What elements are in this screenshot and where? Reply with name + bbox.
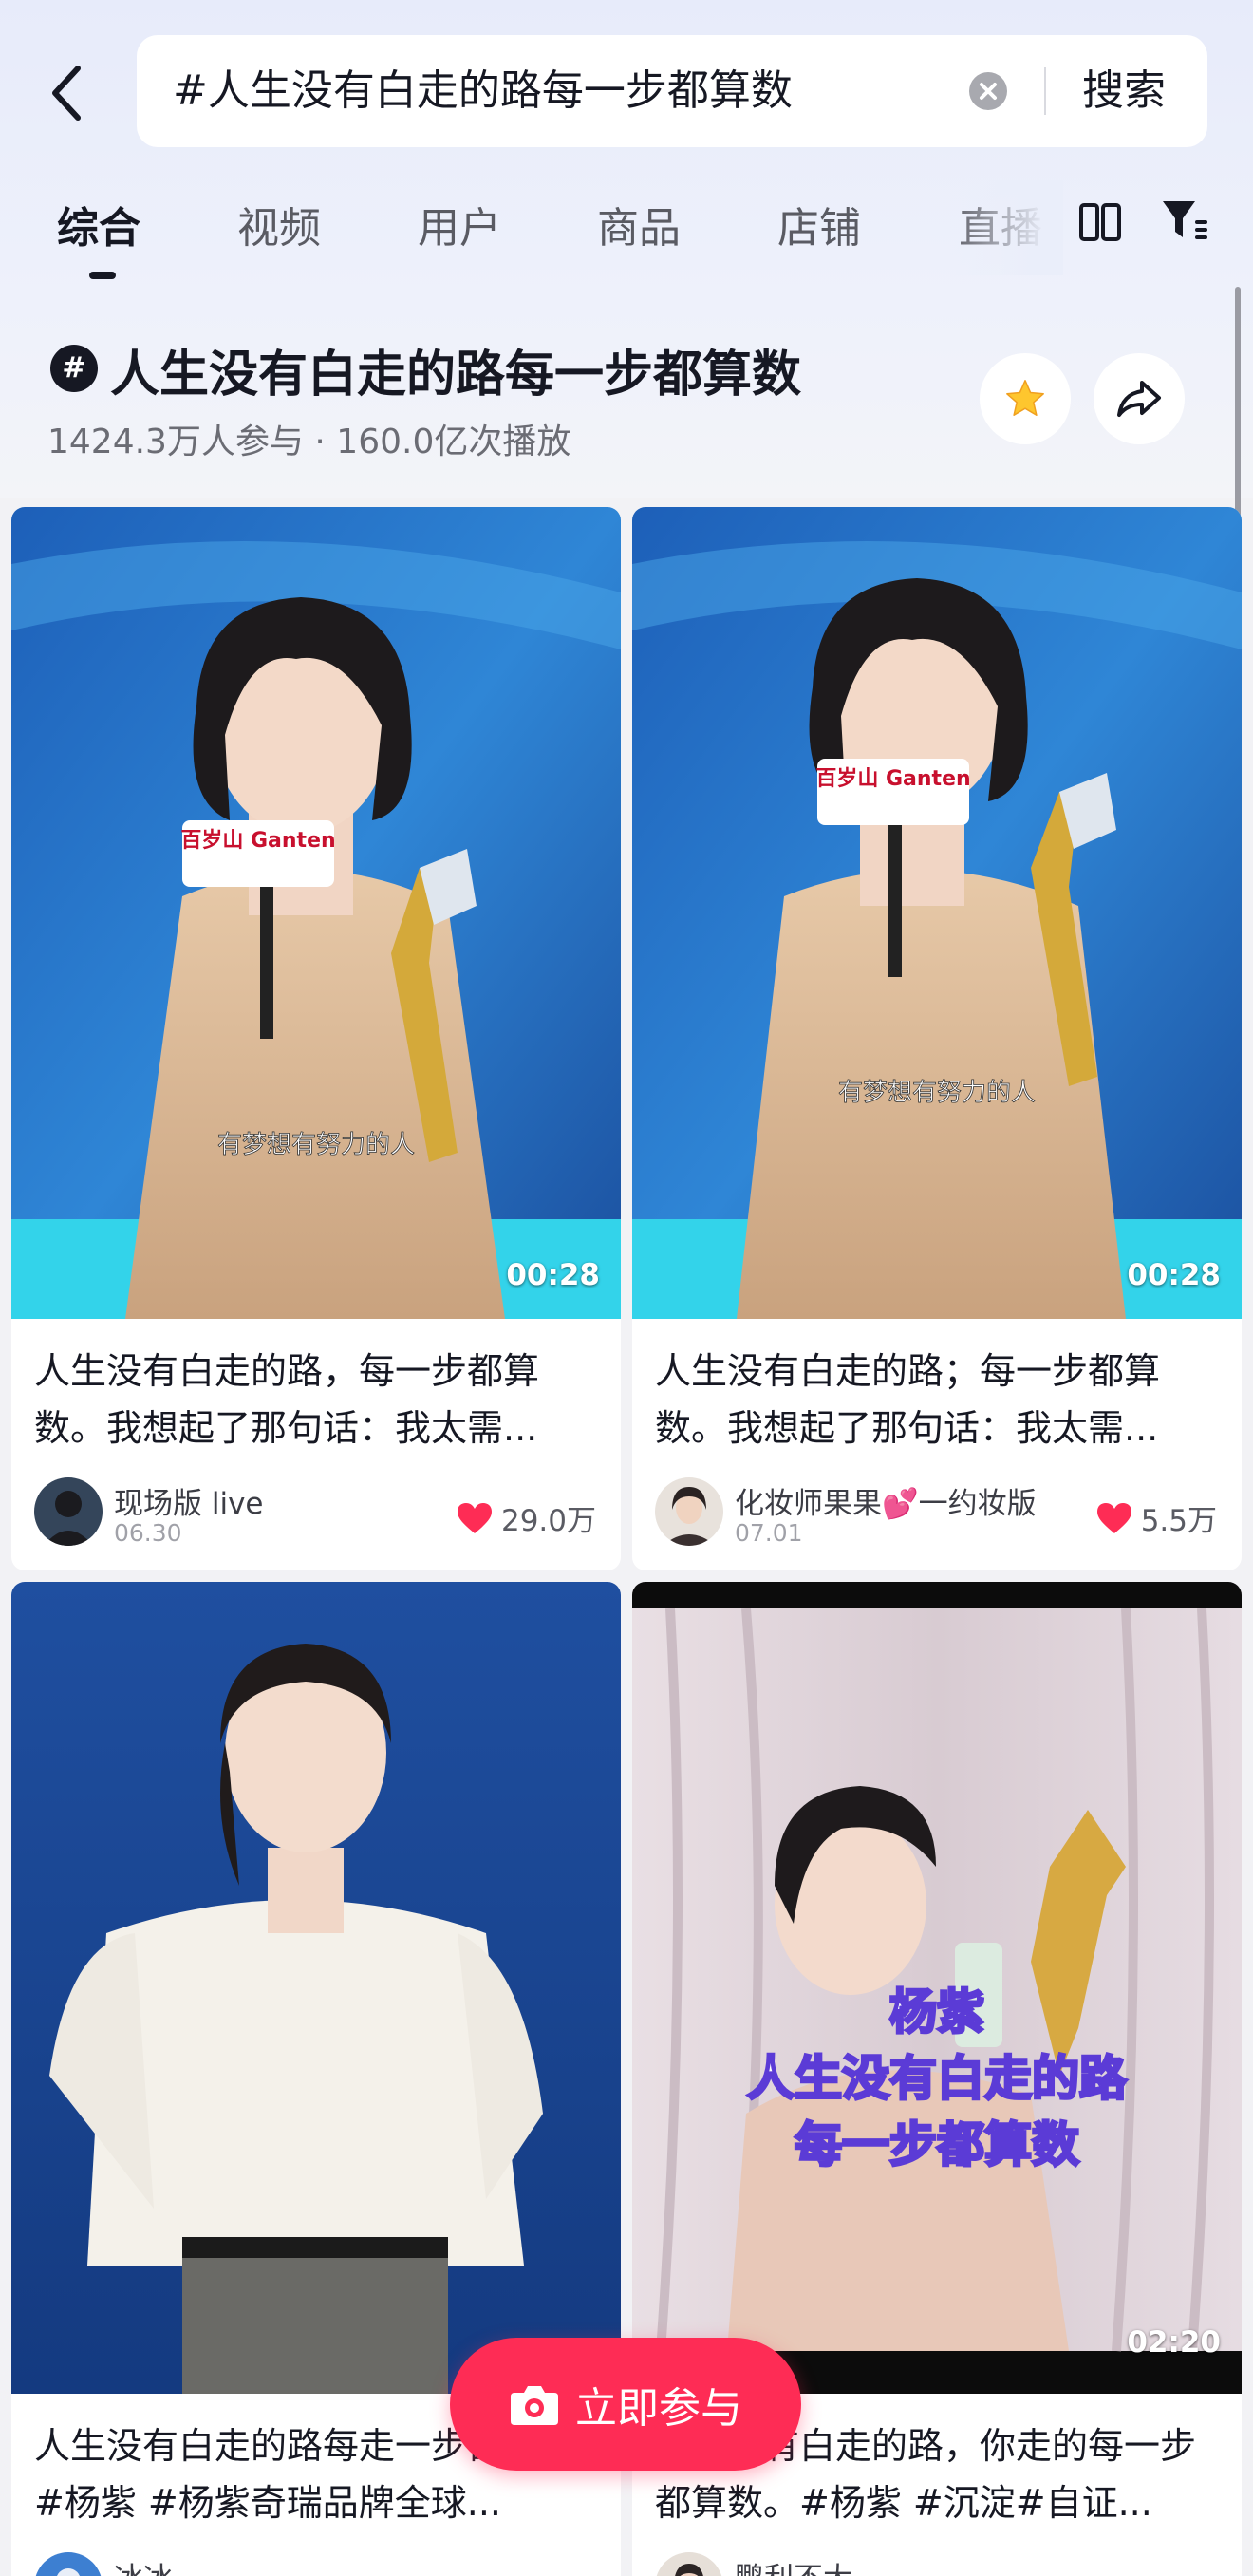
video-thumbnail[interactable]: 百岁山 Ganten 有梦想有努力的人 00:28	[11, 507, 621, 1319]
join-button[interactable]: 立即参与	[450, 2338, 801, 2471]
author-name[interactable]: 现场版 live	[114, 1479, 264, 1522]
avatar[interactable]	[655, 2552, 723, 2576]
author-name[interactable]: 冰冰	[114, 2554, 173, 2576]
video-card[interactable]: 百岁山 Ganten 有梦想有努力的人 00:28 人生没有白走的路，每一步都算…	[11, 507, 621, 1570]
video-duration: 02:20	[1127, 2325, 1221, 2360]
video-thumbnail[interactable]: 杨紫 人生没有白走的路 每一步都算数 02:20	[632, 1582, 1242, 2394]
video-thumbnail[interactable]: 百岁山 Ganten 有梦想有努力的人 00:28	[632, 507, 1242, 1319]
favorite-button[interactable]	[980, 353, 1071, 444]
video-subtitle: 有梦想有努力的人	[838, 1079, 1036, 1107]
author-name[interactable]: 化妆师果果💕一约妆版	[735, 1479, 1037, 1522]
thumbnail-image: 百岁山 Ganten 有梦想有努力的人	[632, 507, 1242, 1319]
camera-icon	[511, 2386, 558, 2425]
video-subtitle: 有梦想有努力的人	[217, 1131, 415, 1159]
star-icon	[1006, 380, 1044, 417]
search-bar[interactable]: #人生没有白走的路每一步都算数 搜索	[137, 35, 1207, 147]
active-tab-indicator	[89, 272, 116, 279]
overlay-line-2: 人生没有白走的路	[747, 2051, 1128, 2106]
avatar[interactable]	[34, 1477, 103, 1546]
topic-title: 人生没有白走的路每一步都算数	[110, 347, 802, 404]
filter-icon[interactable]	[1160, 197, 1209, 245]
heart-icon	[457, 1502, 492, 1533]
hashtag-icon: #	[50, 345, 98, 392]
thumbnail-image: 杨紫 人生没有白走的路 每一步都算数	[632, 1582, 1242, 2394]
overlay-line-1: 杨紫	[889, 1984, 984, 2040]
video-thumbnail[interactable]	[11, 1582, 621, 2394]
tab-products[interactable]: 商品	[597, 194, 681, 254]
video-title[interactable]: 人生没有白走的路，每一步都算数。我想起了那句话：我太需...	[34, 1343, 604, 1457]
avatar[interactable]	[34, 2552, 103, 2576]
share-icon	[1117, 381, 1161, 417]
like-count-text: 29.0万	[500, 1504, 596, 1538]
layout-toggle-icon[interactable]	[1077, 199, 1123, 245]
like-count[interactable]: 5.5万	[1095, 1496, 1217, 1539]
back-button[interactable]	[38, 55, 95, 131]
chevron-left-icon	[52, 66, 81, 121]
video-title[interactable]: 人生没有白走的路；每一步都算数。我想起了那句话：我太需...	[655, 1343, 1225, 1457]
search-button[interactable]: 搜索	[1082, 35, 1166, 147]
search-divider	[1044, 67, 1046, 115]
topic-stats: 1424.3万人参与 · 160.0亿次播放	[47, 423, 571, 461]
post-date: 06.30	[114, 1519, 182, 1547]
like-count[interactable]: 29.0万	[456, 1496, 596, 1539]
thumbnail-image: 百岁山 Ganten 有梦想有努力的人	[11, 507, 621, 1319]
tab-shops[interactable]: 店铺	[777, 194, 861, 254]
mic-brand-logo: 百岁山 Ganten	[180, 828, 335, 853]
avatar[interactable]	[655, 1477, 723, 1546]
heart-icon	[1096, 1502, 1131, 1533]
tab-comprehensive[interactable]: 综合	[57, 194, 140, 254]
like-count-text: 5.5万	[1140, 1504, 1217, 1538]
mic-brand-logo: 百岁山 Ganten	[815, 766, 970, 791]
thumbnail-image	[11, 1582, 621, 2394]
tab-users[interactable]: 用户	[418, 194, 501, 254]
clear-icon[interactable]	[968, 71, 1008, 111]
video-card[interactable]: 百岁山 Ganten 有梦想有努力的人 00:28 人生没有白走的路；每一步都算…	[632, 507, 1242, 1570]
search-input[interactable]: #人生没有白走的路每一步都算数	[173, 35, 793, 147]
tab-bar: 综合 视频 用户 商品 店铺 直播	[0, 180, 1253, 279]
join-button-label: 立即参与	[575, 2384, 742, 2433]
overlay-line-3: 每一步都算数	[795, 2117, 1079, 2172]
tab-fade	[949, 180, 1063, 275]
post-date: 07.01	[735, 1519, 803, 1547]
share-button[interactable]	[1094, 353, 1185, 444]
author-name[interactable]: 鹏利不大	[735, 2554, 852, 2576]
tab-videos[interactable]: 视频	[237, 194, 321, 254]
video-duration: 00:28	[506, 1258, 600, 1292]
video-duration: 00:28	[1127, 1258, 1221, 1292]
